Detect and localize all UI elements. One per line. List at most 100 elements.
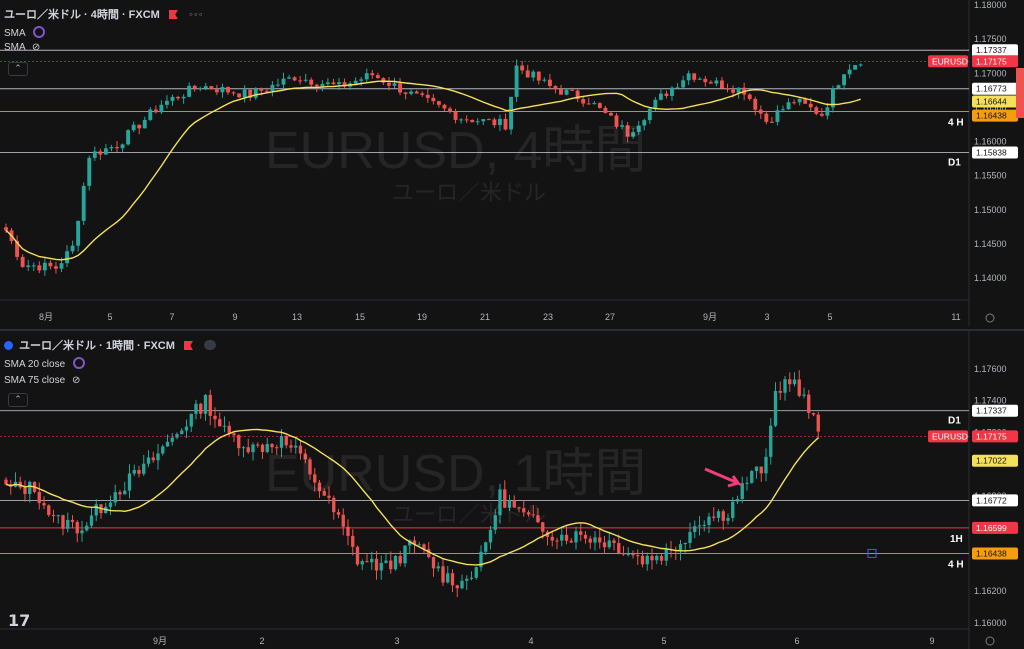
candle <box>66 519 70 529</box>
candle <box>23 487 27 495</box>
candle <box>70 519 75 522</box>
candle <box>148 109 153 120</box>
minimize-icon[interactable] <box>204 340 217 350</box>
eye-off-icon[interactable]: ⊘ <box>72 375 80 386</box>
level-tag: D1 <box>948 416 961 427</box>
candle <box>313 474 317 483</box>
candle <box>153 109 158 113</box>
candle <box>85 525 89 531</box>
candle <box>642 120 647 126</box>
candle <box>132 469 136 474</box>
candle <box>574 531 578 543</box>
collapse-legend-button[interactable]: ⌃ <box>8 393 28 407</box>
collapse-legend-button[interactable]: ⌃ <box>8 62 28 76</box>
candle <box>759 466 763 474</box>
candle <box>246 447 250 453</box>
candle <box>631 132 636 137</box>
candle <box>586 103 591 105</box>
chart-pane-4h[interactable]: 1.180001.175001.170001.165001.160001.155… <box>0 0 1024 326</box>
candle <box>807 394 811 414</box>
candle <box>688 531 692 543</box>
candle <box>550 536 554 541</box>
candle <box>92 151 97 158</box>
candle <box>442 104 447 109</box>
flag-icon[interactable] <box>168 10 178 19</box>
candle <box>814 107 819 114</box>
candle <box>336 512 341 515</box>
candle <box>232 433 236 436</box>
price-label-text: 1.16773 <box>976 84 1007 94</box>
price-tick: 1.16000 <box>974 618 1007 628</box>
candle <box>375 75 380 79</box>
candle <box>393 556 398 570</box>
candle <box>294 445 298 448</box>
candle <box>292 77 297 81</box>
candle <box>213 415 217 420</box>
symbol-title[interactable]: ユーロ／米ドル · 1時間 · FXCM <box>19 340 175 352</box>
candle <box>858 64 863 66</box>
chart-legend: ユーロ／米ドル · 4時間 · FXCM ◦◦◦ <box>4 6 204 22</box>
price-label-text: 1.17175 <box>976 431 1007 441</box>
candle <box>115 147 119 149</box>
candle <box>464 119 469 121</box>
candle <box>203 394 208 414</box>
candle <box>517 507 521 509</box>
candle <box>625 125 630 137</box>
candle <box>81 185 86 221</box>
candle <box>764 113 769 122</box>
candle <box>758 109 763 114</box>
more-icon[interactable]: ◦◦◦ <box>189 9 204 21</box>
time-tick: 4 <box>528 636 533 646</box>
candle <box>170 96 175 101</box>
candle <box>384 560 388 563</box>
candle <box>159 104 164 113</box>
candle <box>792 379 797 385</box>
right-edge-buttons[interactable] <box>1016 68 1024 118</box>
candle <box>453 111 458 120</box>
symbol-title[interactable]: ユーロ／米ドル · 4時間 · FXCM <box>4 9 160 21</box>
candle <box>360 561 364 565</box>
candle <box>289 445 293 448</box>
gear-icon[interactable] <box>985 313 995 323</box>
chart-canvas-1h[interactable]: 1.176001.174001.172001.168001.164001.162… <box>0 331 1024 649</box>
candle <box>655 555 659 561</box>
chart-canvas-4h[interactable]: 1.180001.175001.170001.165001.160001.155… <box>0 0 1024 326</box>
flag-icon[interactable] <box>183 341 193 350</box>
candle <box>703 78 708 83</box>
candle <box>581 99 586 104</box>
candle <box>226 86 230 93</box>
price-tick: 1.16200 <box>974 586 1007 596</box>
candle <box>707 516 711 525</box>
candle <box>20 256 25 267</box>
candle <box>287 77 291 79</box>
indicator2-legend[interactable]: SMA 75 close ⊘ <box>4 375 80 386</box>
candle <box>165 100 169 105</box>
candle <box>103 148 108 155</box>
annotation-arrow[interactable] <box>704 467 743 488</box>
candle <box>492 119 497 126</box>
candle <box>259 88 264 91</box>
candle <box>598 537 602 543</box>
indicator-legend[interactable]: SMA <box>4 26 45 39</box>
chart-pane-1h[interactable]: 1.176001.174001.172001.168001.164001.162… <box>0 329 1024 649</box>
candle <box>265 444 269 452</box>
candle <box>337 82 341 85</box>
candle <box>503 118 508 130</box>
candle <box>754 466 759 472</box>
eye-off-icon[interactable]: ⊘ <box>32 42 40 53</box>
time-tick: 5 <box>827 312 832 322</box>
time-tick: 21 <box>480 312 490 322</box>
candle <box>486 119 491 121</box>
gear-icon[interactable] <box>985 636 995 646</box>
candle <box>203 86 208 89</box>
price-label-text: 1.15838 <box>976 148 1007 158</box>
candle <box>241 447 246 449</box>
candle <box>579 531 583 535</box>
price-tick: 1.15000 <box>974 205 1007 215</box>
indicator-legend[interactable]: SMA 20 close <box>4 357 85 370</box>
indicator-settings-icon[interactable] <box>72 357 85 369</box>
candle <box>308 459 312 475</box>
candle <box>612 540 616 544</box>
indicator2-legend[interactable]: SMA ⊘ <box>4 42 40 53</box>
indicator-settings-icon[interactable] <box>32 26 45 38</box>
